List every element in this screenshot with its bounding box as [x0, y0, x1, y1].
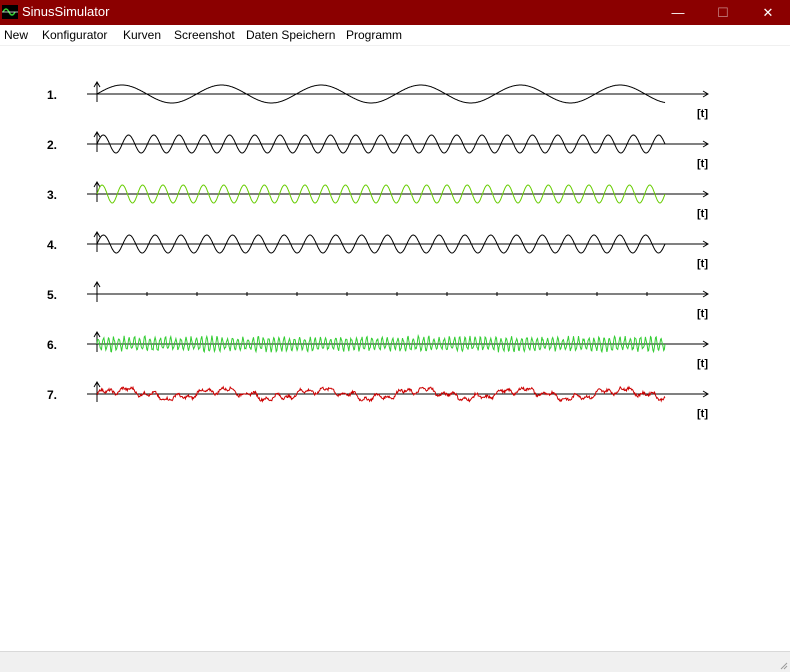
curve-row-1: 1. [t] — [47, 81, 709, 120]
curve-label: 6. — [47, 338, 57, 352]
menu-kurven[interactable]: Kurven — [123, 28, 161, 42]
title-bar: SinusSimulator — ☐ ✕ — [0, 0, 790, 25]
resize-grip-icon[interactable] — [778, 660, 788, 670]
time-axis-label: [t] — [697, 258, 708, 270]
curve-label: 3. — [47, 188, 57, 202]
curve-plot-area: 1. [t] 2. [t] 3. [t] 4. [t] 5. [t] 6. [t] 7. [t] — [47, 81, 709, 420]
time-axis-label: [t] — [697, 108, 708, 120]
curve-label: 7. — [47, 388, 57, 402]
curve-row-7: 7. [t] — [47, 381, 709, 420]
window-title: SinusSimulator — [22, 4, 110, 19]
menu-programm[interactable]: Programm — [346, 28, 402, 42]
menu-daten-speichern[interactable]: Daten Speichern — [246, 28, 335, 42]
status-bar — [0, 651, 790, 672]
curve-row-4: 4. [t] — [47, 231, 709, 270]
time-axis-label: [t] — [697, 408, 708, 420]
menu-screenshot[interactable]: Screenshot — [174, 28, 235, 42]
curve-label: 2. — [47, 138, 57, 152]
time-axis-label: [t] — [697, 308, 708, 320]
curve-label: 5. — [47, 288, 57, 302]
time-axis-label: [t] — [697, 358, 708, 370]
app-icon — [2, 5, 18, 19]
curve-row-2: 2. [t] — [47, 131, 709, 170]
time-axis-label: [t] — [697, 208, 708, 220]
time-axis-label: [t] — [697, 158, 708, 170]
curve-label: 1. — [47, 88, 57, 102]
menu-new[interactable]: New — [4, 28, 28, 42]
maximize-button[interactable]: ☐ — [700, 0, 746, 25]
menu-konfigurator[interactable]: Konfigurator — [42, 28, 107, 42]
minimize-button[interactable]: — — [655, 0, 701, 25]
curve-row-6: 6. [t] — [47, 331, 709, 370]
curve-line — [96, 333, 666, 354]
curve-row-3: 3. [t] — [47, 181, 709, 220]
curve-row-5: 5. [t] — [47, 281, 709, 320]
sine-wave-icon — [2, 8, 18, 16]
close-button[interactable]: ✕ — [745, 0, 790, 25]
curve-label: 4. — [47, 238, 57, 252]
menu-bar: New Konfigurator Kurven Screenshot Daten… — [0, 25, 790, 46]
